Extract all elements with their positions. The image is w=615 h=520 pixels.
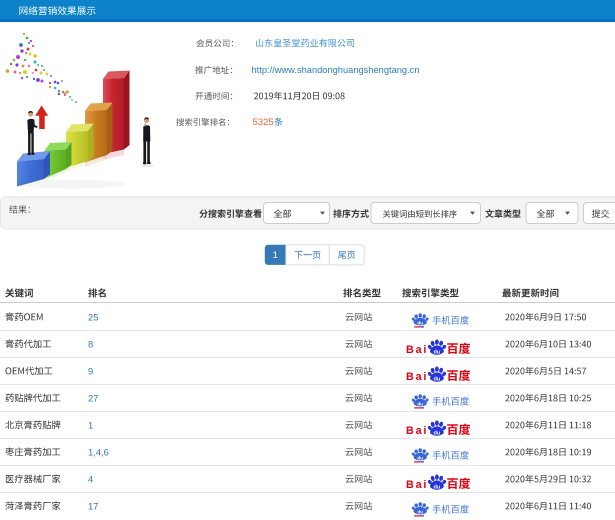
svg-text:25: 25 — [88, 311, 98, 322]
svg-text:8: 8 — [88, 338, 93, 349]
svg-text:http://www.shandonghuangshengt: http://www.shandonghuangshengtang.cn — [252, 65, 420, 75]
svg-text:5325: 5325 — [253, 117, 274, 128]
svg-text:1: 1 — [88, 419, 93, 430]
svg-text:17: 17 — [88, 500, 98, 511]
svg-text:1: 1 — [273, 250, 278, 261]
svg-text:9: 9 — [88, 365, 93, 376]
svg-text:27: 27 — [88, 392, 98, 403]
svg-text:1,4,6: 1,4,6 — [88, 446, 109, 457]
svg-text:4: 4 — [88, 473, 93, 484]
